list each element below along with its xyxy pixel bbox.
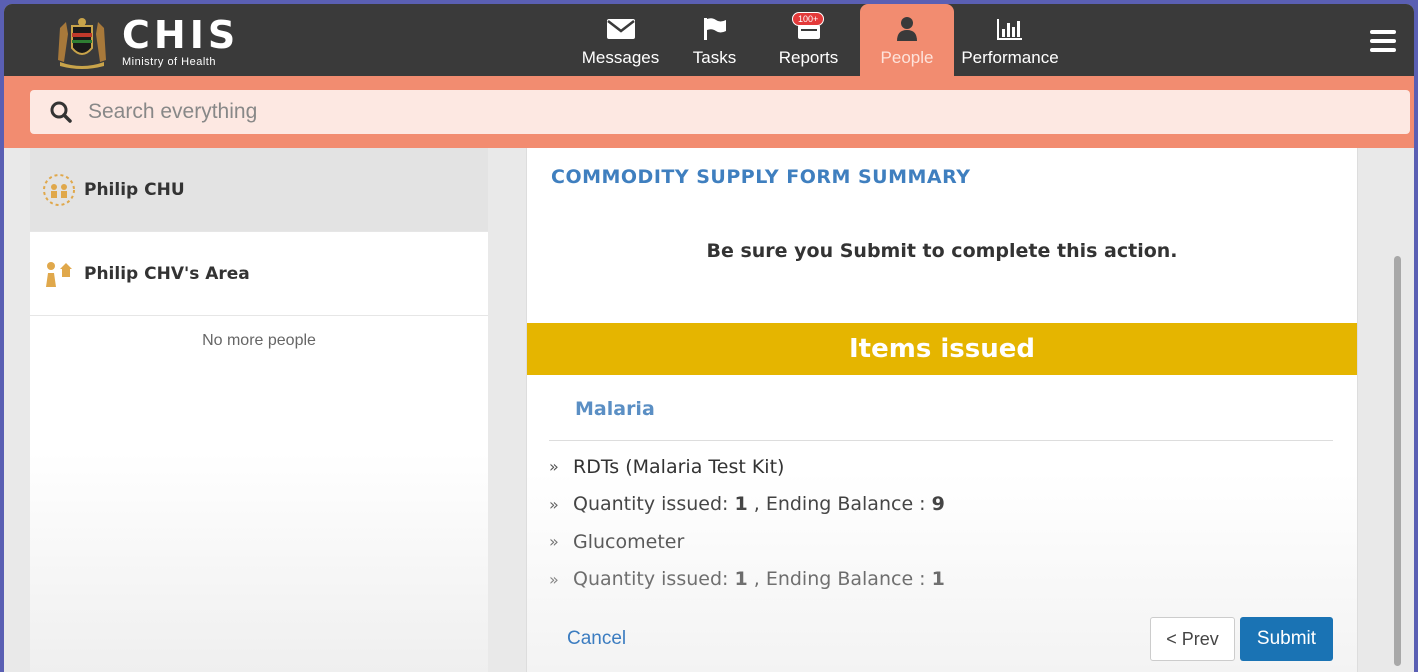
list-item-label: Philip CHU <box>84 179 185 200</box>
list-item: » Quantity issued: 1 , Ending Balance : … <box>549 486 1329 524</box>
tab-people[interactable]: People <box>860 4 954 76</box>
bullet: » <box>549 532 559 552</box>
tab-tasks-label: Tasks <box>692 48 737 67</box>
top-navbar: CHIS Ministry of Health Messages Tasks 1… <box>4 4 1414 76</box>
scrollbar[interactable] <box>1392 148 1404 672</box>
item-text: RDTs (Malaria Test Kit) <box>573 455 785 478</box>
tab-people-label: People <box>880 48 934 67</box>
item-balance: 9 <box>931 493 945 516</box>
divider <box>549 440 1333 441</box>
item-prefix: Quantity issued: <box>573 568 735 591</box>
list-item: » Quantity issued: 1 , Ending Balance : … <box>549 561 1329 599</box>
items-issued-header: Items issued <box>527 323 1357 375</box>
panel-fade <box>30 452 488 672</box>
app-logo[interactable]: CHIS Ministry of Health <box>52 12 239 72</box>
no-more-people-text: No more people <box>202 332 316 349</box>
search-input[interactable] <box>86 99 1290 125</box>
item-mid: , Ending Balance : <box>747 493 932 516</box>
envelope-icon <box>606 19 635 39</box>
chu-icon <box>43 173 75 206</box>
tab-reports-label: Reports <box>778 48 839 67</box>
people-list: Philip CHU Philip CHV's Area No more peo… <box>30 148 488 672</box>
search-box <box>30 90 1410 134</box>
submit-button[interactable]: Submit <box>1240 617 1333 661</box>
app-subtitle: Ministry of Health <box>122 56 216 68</box>
list-item-philip-chv-area[interactable]: Philip CHV's Area <box>30 232 488 316</box>
tab-tasks[interactable]: Tasks <box>672 4 757 76</box>
tab-performance[interactable]: Performance <box>954 4 1066 76</box>
items-issued-title: Items issued <box>849 334 1035 364</box>
items-list: » RDTs (Malaria Test Kit) » Quantity iss… <box>549 448 1329 598</box>
main-tabs: Messages Tasks 100+ Reports People Perfo… <box>569 4 1066 76</box>
app-frame: CHIS Ministry of Health Messages Tasks 1… <box>4 4 1414 672</box>
flag-icon <box>703 18 726 40</box>
prev-button[interactable]: < Prev <box>1150 617 1235 661</box>
bar-chart-icon <box>997 19 1022 40</box>
bullet: » <box>549 494 559 514</box>
item-qty: 1 <box>734 493 748 516</box>
item-prefix: Quantity issued: <box>573 493 735 516</box>
scrollbar-thumb[interactable] <box>1394 256 1401 666</box>
cancel-link[interactable]: Cancel <box>567 628 626 650</box>
app-title: CHIS <box>122 13 240 57</box>
item-qty: 1 <box>734 568 748 591</box>
tab-messages[interactable]: Messages <box>569 4 672 76</box>
search-icon <box>50 101 72 123</box>
tab-reports[interactable]: 100+ Reports <box>757 4 860 76</box>
hamburger-menu-icon[interactable] <box>1370 30 1396 52</box>
list-item: » RDTs (Malaria Test Kit) <box>549 448 1329 486</box>
submit-notice: Be sure you Submit to complete this acti… <box>706 240 1178 262</box>
tab-performance-label: Performance <box>961 48 1059 67</box>
list-item-philip-chu[interactable]: Philip CHU <box>30 148 488 232</box>
bullet: » <box>549 457 559 477</box>
form-summary-panel: COMMODITY SUPPLY FORM SUMMARY Be sure yo… <box>526 148 1358 672</box>
form-title: COMMODITY SUPPLY FORM SUMMARY <box>551 166 971 188</box>
coat-of-arms-icon <box>58 18 106 69</box>
search-bar <box>4 76 1414 148</box>
item-balance: 1 <box>931 568 945 591</box>
tab-messages-label: Messages <box>581 48 660 67</box>
list-item: » Glucometer <box>549 523 1329 561</box>
item-text: Glucometer <box>573 530 685 553</box>
person-icon <box>897 17 917 41</box>
malaria-group-title: Malaria <box>575 398 655 420</box>
family-icon <box>46 261 72 287</box>
bullet: » <box>549 569 559 589</box>
item-mid: , Ending Balance : <box>747 568 932 591</box>
list-item-label: Philip CHV's Area <box>84 263 250 284</box>
reports-badge: 100+ <box>792 12 825 26</box>
